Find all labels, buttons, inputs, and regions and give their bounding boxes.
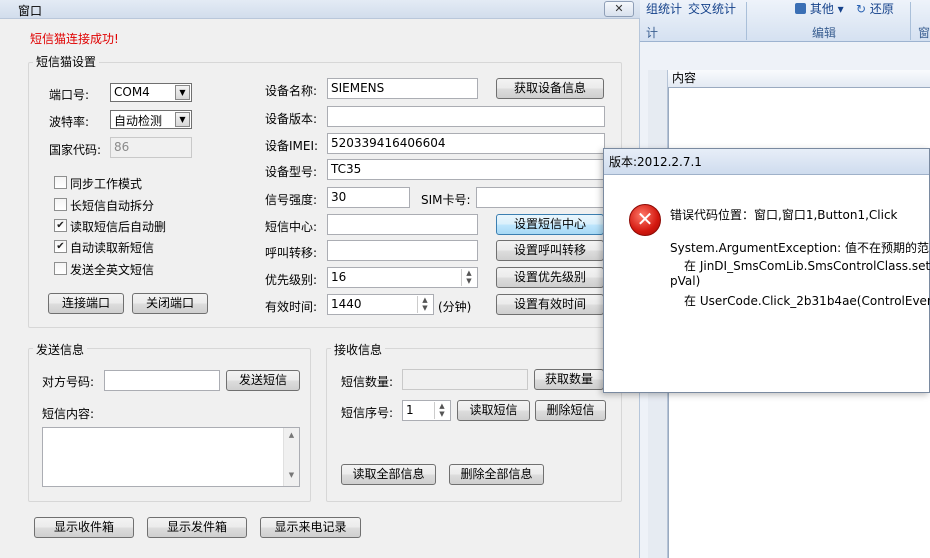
port-select[interactable]: COM4 ▼	[110, 83, 192, 102]
check-icon: ✔	[56, 241, 65, 252]
call-forward-label: 呼叫转移:	[265, 246, 318, 260]
textarea-scrollbar[interactable]: ▲ ▼	[283, 428, 299, 486]
sim-number-label: SIM卡号:	[421, 193, 471, 207]
spinner-arrows-icon[interactable]: ▲ ▼	[434, 402, 449, 419]
sms-center-label: 短信中心:	[265, 220, 318, 234]
sync-mode-label: 同步工作模式	[70, 177, 143, 191]
device-model-label: 设备型号:	[265, 165, 318, 179]
port-label: 端口号:	[49, 88, 90, 102]
set-call-forward-button[interactable]: 设置呼叫转移	[496, 240, 604, 261]
send-sms-button[interactable]: 发送短信	[226, 370, 300, 391]
ribbon-group-label: 计	[646, 26, 659, 40]
spinner-arrows-icon[interactable]: ▲ ▼	[461, 269, 476, 286]
sms-index-spinner[interactable]: 1 ▲ ▼	[402, 400, 451, 421]
recipient-label: 对方号码:	[42, 375, 95, 389]
ribbon-cross-stats[interactable]: 交叉统计	[688, 0, 736, 17]
device-model-field[interactable]: TC35	[327, 159, 605, 180]
sync-mode-checkbox[interactable]	[54, 176, 67, 189]
connect-port-button[interactable]: 连接端口	[48, 293, 124, 314]
priority-label: 优先级别:	[265, 273, 318, 287]
device-version-field[interactable]	[327, 106, 605, 127]
close-button[interactable]: ✕	[604, 1, 634, 17]
baud-select[interactable]: 自动检测 ▼	[110, 110, 192, 129]
device-imei-field[interactable]: 520339416406604	[327, 133, 605, 154]
ribbon-other[interactable]: 其他 ▾	[795, 0, 844, 17]
connection-status-message: 短信猫连接成功!	[30, 32, 119, 46]
long-sms-split-checkbox[interactable]	[54, 198, 67, 211]
validity-spinner[interactable]: 1440 ▲ ▼	[327, 294, 434, 315]
read-sms-button[interactable]: 读取短信	[457, 400, 530, 421]
restore-icon: ↻	[856, 2, 867, 16]
set-validity-button[interactable]: 设置有效时间	[496, 294, 604, 315]
sms-count-field[interactable]	[402, 369, 528, 390]
ribbon-window-label: 窗	[918, 26, 930, 40]
window-title: 窗口	[18, 4, 43, 18]
english-sms-label: 发送全英文短信	[70, 263, 155, 277]
long-sms-split-label: 长短信自动拆分	[70, 199, 155, 213]
spinner-arrows-icon[interactable]: ▲ ▼	[417, 296, 432, 313]
auto-delete-checkbox[interactable]: ✔	[54, 219, 67, 232]
auto-delete-label: 读取短信后自动删	[70, 220, 167, 234]
auto-read-label: 自动读取新短信	[70, 241, 155, 255]
ribbon-group-stats[interactable]: 组统计	[646, 0, 682, 17]
delete-all-button[interactable]: 删除全部信息	[449, 464, 544, 485]
validity-unit: (分钟)	[438, 300, 472, 314]
show-outbox-button[interactable]: 显示发件箱	[147, 517, 247, 538]
window-titlebar[interactable]: 窗口 ✕	[0, 0, 640, 19]
error-location: 错误代码位置：窗口,窗口1,Button1,Click	[670, 208, 898, 222]
device-name-field[interactable]: SIEMENS	[327, 78, 478, 99]
grid-column-header[interactable]: 内容	[668, 70, 930, 88]
sms-content-textarea[interactable]: ▲ ▼	[42, 427, 300, 487]
error-dialog: 版本:2012.2.7.1 ✕ 错误代码位置：窗口,窗口1,Button1,Cl…	[603, 148, 930, 393]
country-code-field[interactable]: 86	[110, 137, 192, 158]
error-icon: ✕	[629, 204, 661, 236]
chevron-down-icon: ▼	[175, 112, 190, 127]
get-device-info-button[interactable]: 获取设备信息	[496, 78, 604, 99]
priority-spinner[interactable]: 16 ▲ ▼	[327, 267, 478, 288]
sms-count-label: 短信数量:	[341, 375, 394, 389]
modem-settings-title: 短信猫设置	[33, 53, 100, 70]
set-sms-center-button[interactable]: 设置短信中心	[496, 214, 604, 235]
set-priority-button[interactable]: 设置优先级别	[496, 267, 604, 288]
english-sms-checkbox[interactable]	[54, 262, 67, 275]
down-arrow-icon	[795, 3, 806, 14]
validity-label: 有效时间:	[265, 300, 318, 314]
ribbon-edit-label: 编辑	[812, 26, 837, 40]
error-dialog-title[interactable]: 版本:2012.2.7.1	[604, 149, 929, 175]
receive-group-title: 接收信息	[331, 341, 386, 358]
device-name-label: 设备名称:	[265, 84, 318, 98]
error-message-line-1: System.ArgumentException: 值不在预期的范围	[670, 241, 930, 255]
sim-number-field[interactable]	[476, 187, 605, 208]
background-ribbon: 组统计 交叉统计 计 其他 ▾ ↻ 还原 编辑 窗	[640, 0, 930, 42]
show-calls-button[interactable]: 显示来电记录	[260, 517, 361, 538]
get-count-button[interactable]: 获取数量	[534, 369, 604, 390]
signal-strength-field[interactable]: 30	[327, 187, 410, 208]
device-imei-label: 设备IMEI:	[265, 139, 319, 153]
error-message-line-4: 在 UserCode.Click_2b31b4ae(ControlEvent/	[684, 294, 930, 308]
chevron-down-icon: ▼	[175, 85, 190, 100]
ribbon-restore[interactable]: ↻ 还原	[856, 0, 894, 17]
error-message-line-3: pVal)	[670, 274, 701, 288]
auto-read-checkbox[interactable]: ✔	[54, 240, 67, 253]
call-forward-field[interactable]	[327, 240, 478, 261]
show-inbox-button[interactable]: 显示收件箱	[34, 517, 134, 538]
country-code-label: 国家代码:	[49, 143, 102, 157]
device-version-label: 设备版本:	[265, 112, 318, 126]
close-port-button[interactable]: 关闭端口	[132, 293, 208, 314]
error-message-line-2: 在 JinDI_SmsComLib.SmsControlClass.set_C	[684, 259, 930, 273]
send-group-title: 发送信息	[33, 341, 88, 358]
check-icon: ✔	[56, 220, 65, 231]
sms-center-field[interactable]	[327, 214, 478, 235]
sms-modem-window: 窗口 ✕ 短信猫连接成功! 短信猫设置 端口号: COM4 ▼ 波特率: 自动检…	[0, 0, 640, 558]
sms-index-label: 短信序号:	[341, 406, 394, 420]
read-all-button[interactable]: 读取全部信息	[341, 464, 436, 485]
sms-content-label: 短信内容:	[42, 407, 95, 421]
recipient-field[interactable]	[104, 370, 220, 391]
baud-label: 波特率:	[49, 115, 90, 129]
close-icon: ✕	[614, 2, 624, 15]
delete-sms-button[interactable]: 删除短信	[535, 400, 606, 421]
signal-strength-label: 信号强度:	[265, 193, 318, 207]
